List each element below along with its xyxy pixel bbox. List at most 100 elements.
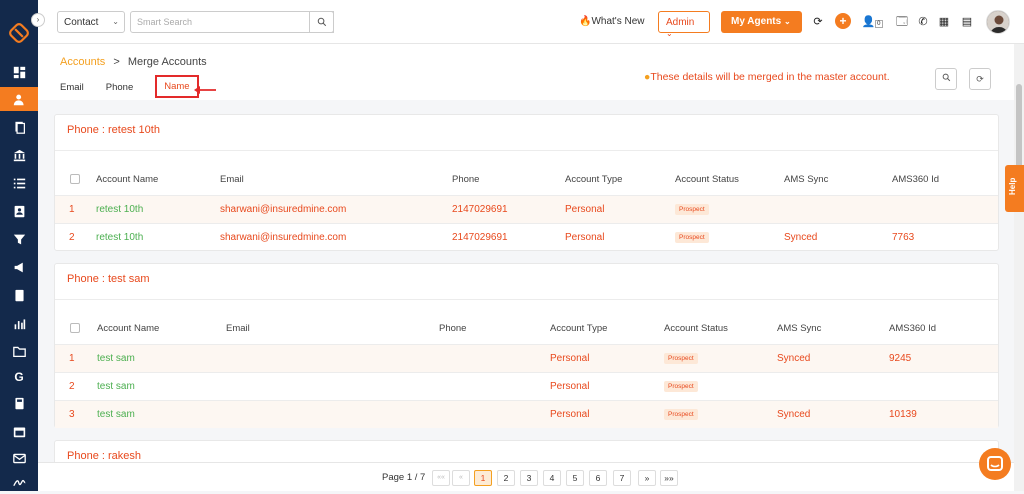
sidebar-accounts-icon[interactable] (0, 87, 38, 111)
sidebar-megaphone-icon[interactable] (0, 255, 38, 279)
select-all-checkbox[interactable] (70, 174, 80, 184)
row-number: 1 (69, 345, 75, 372)
page-button-7[interactable]: 7 (613, 470, 631, 486)
calculator-icon[interactable]: ▤ (960, 15, 974, 29)
status-badge: Prospect (675, 204, 709, 215)
sidebar-dashboard-icon[interactable] (0, 60, 38, 84)
sidebar-calendar-icon[interactable] (0, 419, 38, 443)
sidebar-list-icon[interactable] (0, 171, 38, 195)
help-tab[interactable]: Help (1005, 165, 1024, 212)
table-header: Account Name Email Phone Account Type Ac… (55, 163, 998, 195)
search-icon (317, 17, 327, 27)
column-header: Account Name (96, 163, 158, 195)
account-name[interactable]: test sam (97, 401, 135, 428)
last-page-button[interactable]: »» (660, 470, 678, 486)
search-type-label: Contact (64, 17, 98, 28)
chevron-down-icon: ⌄ (666, 29, 673, 38)
sync-icon[interactable]: ⟳ (811, 15, 825, 29)
user-count-icon[interactable]: 👤0 (861, 15, 883, 29)
sidebar-bank-icon[interactable] (0, 143, 38, 167)
page-button-6[interactable]: 6 (589, 470, 607, 486)
page-button-2[interactable]: 2 (497, 470, 515, 486)
table-row[interactable]: 2 retest 10th sharwani@insuredmine.com 2… (55, 223, 998, 251)
tab-phone[interactable]: Phone (106, 82, 133, 98)
tab-name[interactable]: Name (155, 75, 198, 98)
merge-group-card: Phone : test sam Account Name Email Phon… (54, 263, 999, 428)
next-page-button[interactable]: » (638, 470, 656, 486)
breadcrumb-accounts-link[interactable]: Accounts (60, 56, 105, 68)
column-header: Account Status (664, 312, 728, 344)
chevron-down-icon: ⌄ (784, 17, 791, 26)
user-avatar-icon (987, 11, 1010, 34)
account-email: sharwani@insuredmine.com (220, 224, 346, 251)
refresh-button[interactable]: ⟳ (969, 68, 991, 90)
column-header: Account Type (565, 163, 622, 195)
page-button-1[interactable]: 1 (474, 470, 492, 486)
search-type-select[interactable]: Contact ⌄ (57, 11, 125, 33)
phone-icon[interactable]: ✆ (916, 15, 930, 29)
sidebar-calculator-icon[interactable] (0, 391, 38, 415)
sidebar-documents-icon[interactable] (0, 115, 38, 139)
account-type: Personal (565, 196, 604, 223)
role-select[interactable]: Admin ⌄ (658, 11, 710, 33)
select-all-checkbox[interactable] (70, 323, 80, 333)
account-name[interactable]: retest 10th (96, 224, 143, 251)
my-agents-label: My Agents (731, 16, 781, 27)
status-badge: Prospect (664, 381, 698, 392)
notifications-icon[interactable]: 🗔 (895, 15, 909, 29)
sidebar-folder-icon[interactable] (0, 339, 38, 363)
row-number: 2 (69, 224, 75, 251)
account-name[interactable]: retest 10th (96, 196, 143, 223)
column-header: Phone (452, 163, 479, 195)
page-header: Accounts > Merge Accounts Email Phone Na… (38, 44, 1014, 100)
flame-icon: 🔥 (579, 16, 591, 27)
ams360-id: 10139 (889, 401, 917, 428)
table-row[interactable]: 2 test sam Personal Prospect (55, 372, 998, 400)
search-button[interactable] (309, 11, 334, 33)
sidebar-signature-icon[interactable] (0, 470, 38, 494)
table-row[interactable]: 1 test sam Personal Prospect Synced 9245 (55, 344, 998, 372)
table-row[interactable]: 1 retest 10th sharwani@insuredmine.com 2… (55, 195, 998, 223)
group-title: Phone : test sam (67, 273, 150, 285)
whats-new-link[interactable]: 🔥What's New (579, 16, 645, 27)
account-phone: 2147029691 (452, 224, 508, 251)
group-title: Phone : rakesh (67, 450, 141, 462)
help-label: Help (1008, 178, 1017, 195)
column-header: Account Name (97, 312, 159, 344)
annotation-arrow-icon (194, 86, 216, 94)
sidebar-filter-icon[interactable] (0, 227, 38, 251)
my-agents-button[interactable]: My Agents ⌄ (721, 11, 802, 33)
page-button-5[interactable]: 5 (566, 470, 584, 486)
tab-email[interactable]: Email (60, 82, 84, 98)
scrollbar[interactable] (1014, 44, 1024, 491)
sidebar-toggle-button[interactable]: › (31, 13, 45, 27)
merge-info-note: ●These details will be merged in the mas… (644, 71, 890, 83)
page-button-4[interactable]: 4 (543, 470, 561, 486)
ams-sync: Synced (777, 345, 810, 372)
prev-page-button[interactable]: « (452, 470, 470, 486)
chat-icon (979, 448, 1011, 480)
smart-search-input[interactable]: Smart Search (130, 11, 334, 33)
sidebar-notes-icon[interactable] (0, 283, 38, 307)
avatar[interactable] (986, 10, 1010, 34)
account-name[interactable]: test sam (97, 373, 135, 400)
sidebar-mail-icon[interactable] (0, 446, 38, 470)
page-button-3[interactable]: 3 (520, 470, 538, 486)
chip-icon[interactable]: ▦ (937, 15, 951, 29)
column-header: Phone (439, 312, 466, 344)
sidebar-reports-icon[interactable] (0, 311, 38, 335)
search-button[interactable] (935, 68, 957, 90)
sidebar-google-icon[interactable]: G (0, 365, 38, 389)
table-row[interactable]: 3 test sam Personal Prospect Synced 1013… (55, 400, 998, 428)
account-name[interactable]: test sam (97, 345, 135, 372)
first-page-button[interactable]: «« (432, 470, 450, 486)
app-logo-icon[interactable] (8, 22, 30, 44)
status-badge: Prospect (675, 232, 709, 243)
account-type: Personal (565, 224, 604, 251)
status-badge: Prospect (664, 353, 698, 364)
sidebar-contacts-icon[interactable] (0, 199, 38, 223)
add-icon[interactable]: + (835, 13, 851, 29)
chat-button[interactable] (979, 448, 1011, 480)
merge-info-text: These details will be merged in the mast… (650, 71, 889, 83)
merge-group-card: Phone : retest 10th Account Name Email P… (54, 114, 999, 251)
